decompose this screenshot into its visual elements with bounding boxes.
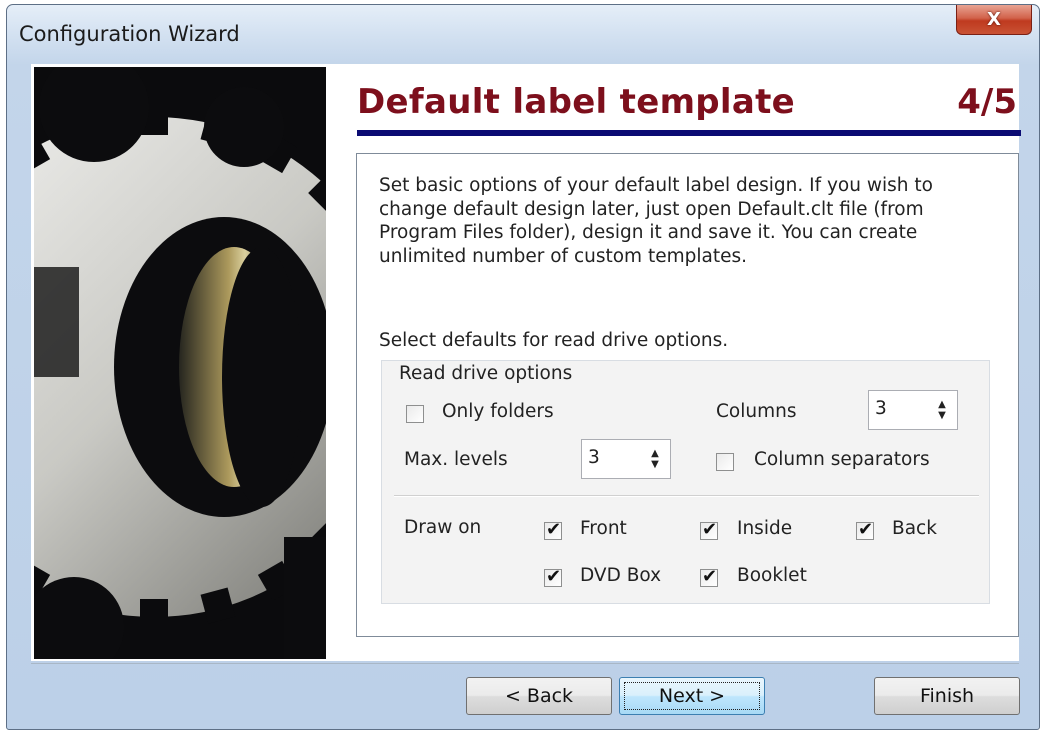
max-levels-spinner[interactable]: 3 ▲ ▼ <box>581 439 671 479</box>
focus-ring <box>624 682 760 710</box>
only-folders-checkbox[interactable] <box>406 405 424 423</box>
spin-up-icon[interactable]: ▲ <box>651 448 659 459</box>
draw-on-front-checkbox[interactable] <box>544 519 562 540</box>
finish-button[interactable]: Finish <box>874 677 1020 715</box>
draw-on-inside-label[interactable]: Inside <box>737 518 792 539</box>
read-drive-options-group: Read drive options Only folders Columns … <box>381 360 990 604</box>
description-text: Set basic options of your default label … <box>379 175 933 267</box>
gears-image <box>34 67 326 659</box>
spin-up-icon[interactable]: ▲ <box>938 399 946 410</box>
columns-value: 3 <box>875 398 887 419</box>
next-button[interactable]: Next > <box>619 677 765 715</box>
draw-on-inside-checkbox[interactable] <box>700 519 718 540</box>
group-divider <box>394 495 979 497</box>
window-title: Configuration Wizard <box>19 22 240 46</box>
max-levels-label: Max. levels <box>404 449 508 470</box>
column-separators-checkbox[interactable] <box>716 453 734 471</box>
only-folders-label[interactable]: Only folders <box>442 401 554 422</box>
max-levels-value: 3 <box>588 447 600 468</box>
title-bar[interactable]: Configuration Wizard X <box>7 5 1039 61</box>
draw-on-booklet-checkbox[interactable] <box>700 566 718 587</box>
draw-on-booklet-label[interactable]: Booklet <box>737 565 807 586</box>
draw-on-front-label[interactable]: Front <box>580 518 627 539</box>
wizard-body: Default label template 4/5 Set basic opt… <box>31 64 1021 661</box>
spin-down-icon[interactable]: ▼ <box>938 410 946 421</box>
back-button-label: < Back <box>504 685 574 707</box>
draw-on-back-checkbox[interactable] <box>856 519 874 540</box>
draw-on-dvd-box-checkbox[interactable] <box>544 566 562 587</box>
select-defaults-text: Select defaults for read drive options. <box>379 330 729 351</box>
close-icon: X <box>987 9 1001 30</box>
footer-divider <box>31 663 1019 664</box>
draw-on-label: Draw on <box>404 517 482 538</box>
columns-label: Columns <box>716 401 797 422</box>
wizard-window: Configuration Wizard X Default label tem… <box>6 4 1040 730</box>
page-header: Default label template 4/5 <box>357 82 1021 136</box>
step-indicator: 4/5 <box>957 82 1017 122</box>
draw-on-back-label[interactable]: Back <box>892 518 937 539</box>
finish-button-label: Finish <box>919 685 975 707</box>
column-separators-label[interactable]: Column separators <box>754 449 930 470</box>
group-title: Read drive options <box>396 363 576 384</box>
page-title: Default label template <box>357 82 796 122</box>
spin-down-icon[interactable]: ▼ <box>651 459 659 470</box>
back-button[interactable]: < Back <box>466 677 612 715</box>
draw-on-dvd-box-label[interactable]: DVD Box <box>580 565 661 586</box>
content-panel: Set basic options of your default label … <box>356 153 1019 637</box>
close-button[interactable]: X <box>956 5 1032 35</box>
columns-spinner[interactable]: 3 ▲ ▼ <box>868 390 958 430</box>
